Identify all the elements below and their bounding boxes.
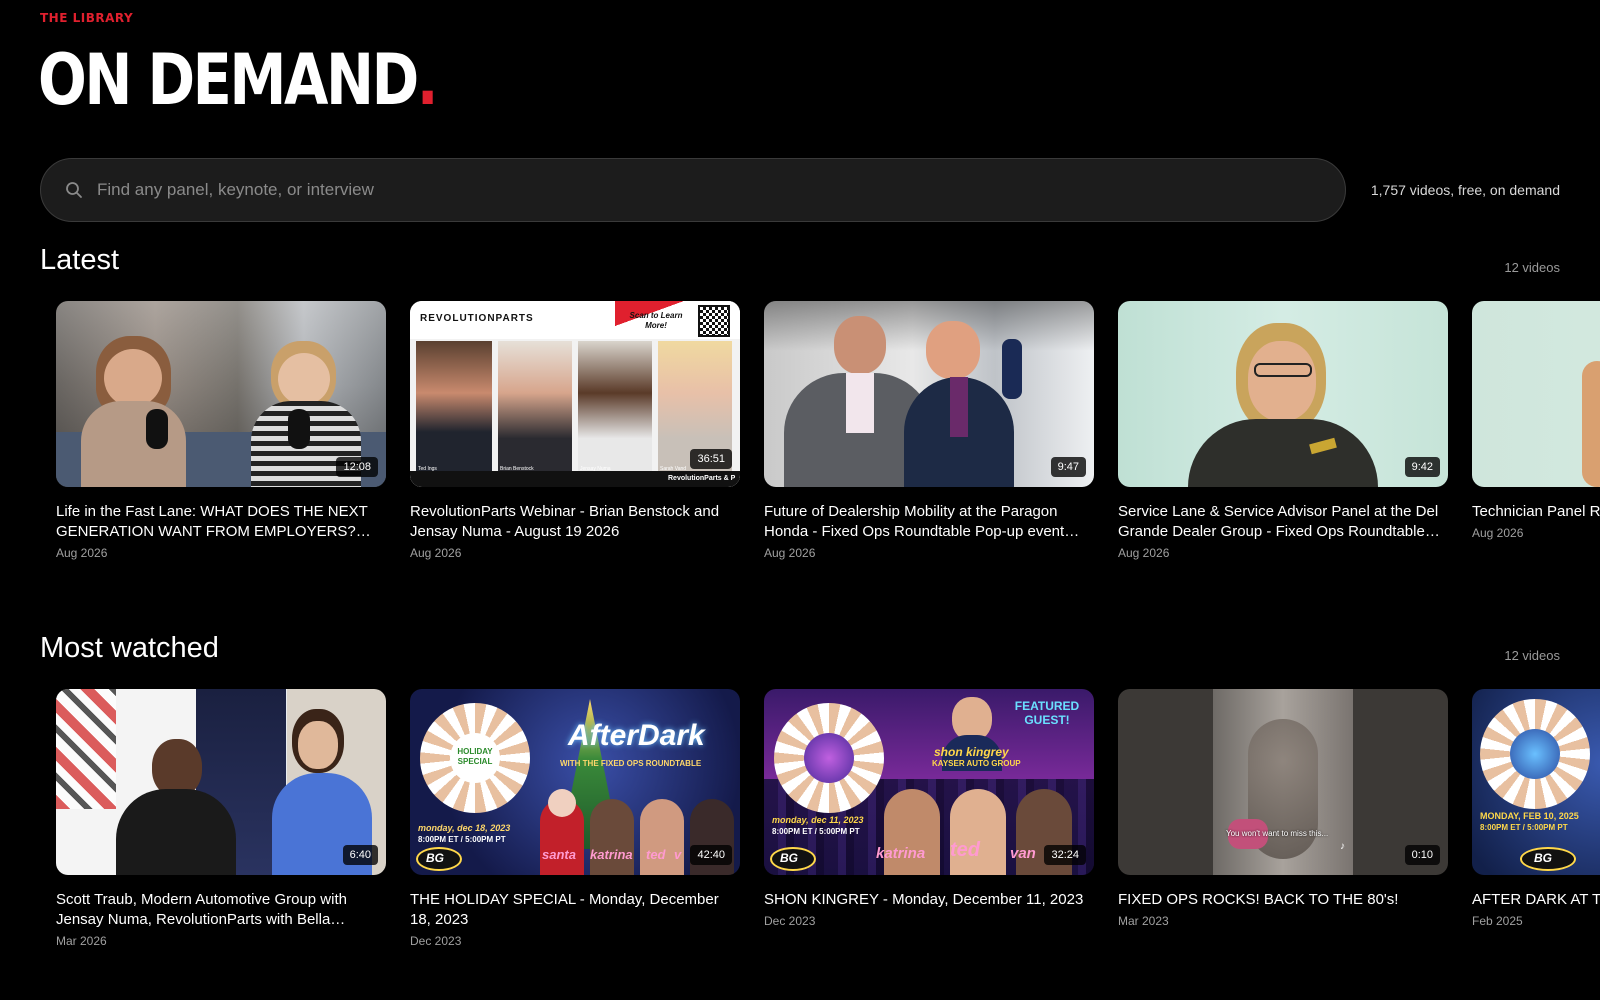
duration-badge: 6:40 bbox=[342, 845, 378, 865]
video-date: Mar 2023 bbox=[1118, 914, 1169, 928]
title-accent-dot: . bbox=[416, 39, 439, 121]
duration-badge: 12:08 bbox=[336, 457, 378, 477]
thumb-caption-text: You won't want to miss this... bbox=[1226, 829, 1329, 838]
page-title: ON DEMAND. bbox=[38, 36, 439, 124]
video-title[interactable]: Scott Traub, Modern Automotive Group wit… bbox=[56, 890, 386, 930]
search-icon bbox=[65, 181, 83, 199]
search-bar[interactable] bbox=[40, 158, 1346, 222]
video-row-latest: 12:08 Life in the Fast Lane: WHAT DOES T… bbox=[56, 301, 1600, 560]
video-thumbnail[interactable]: MONDAY, FEB 10, 2025 8:00PM ET / 5:00PM … bbox=[1472, 689, 1600, 875]
video-card[interactable]: REVOLUTIONPARTS Scan to Learn More! Ted … bbox=[410, 301, 740, 560]
video-thumbnail[interactable]: You won't want to miss this... ♪ 0:10 bbox=[1118, 689, 1448, 875]
bg-logo-icon: BG bbox=[1534, 851, 1552, 865]
video-thumbnail[interactable]: HOLIDAY SPECIAL AfterDark WITH THE FIXED… bbox=[410, 689, 740, 875]
qr-code-icon bbox=[698, 305, 730, 337]
video-title[interactable]: AFTER DARK AT TH ROUNDTABLE: Mo bbox=[1472, 890, 1600, 910]
thumb-badge-text: HOLIDAY SPECIAL bbox=[457, 747, 493, 766]
section-title-most-watched: Most watched bbox=[40, 632, 219, 664]
video-title[interactable]: Service Lane & Service Advisor Panel at … bbox=[1118, 502, 1448, 542]
video-count: 1,757 videos, free, on demand bbox=[1370, 182, 1560, 198]
on-demand-page: THE LIBRARY ON DEMAND. 1,757 videos, fre… bbox=[0, 0, 1600, 1000]
duration-badge: 42:40 bbox=[690, 845, 732, 865]
video-date: Feb 2025 bbox=[1472, 914, 1523, 928]
video-date: Aug 2026 bbox=[1472, 526, 1524, 540]
duration-badge: 32:24 bbox=[1044, 845, 1086, 865]
thumb-name-label: Ted Ings bbox=[418, 466, 437, 472]
thumb-name-label: Brian Benstock bbox=[500, 466, 534, 472]
video-title[interactable]: Technician Panel Re Dealer Group - Fixe bbox=[1472, 502, 1600, 522]
section-title-latest: Latest bbox=[40, 244, 119, 276]
thumb-featured-text: FEATURED GUEST! bbox=[1014, 699, 1080, 727]
thumb-name-label: ted bbox=[646, 847, 666, 862]
thumb-time-text: 8:00PM ET / 5:00PM PT bbox=[418, 835, 506, 844]
video-title[interactable]: Life in the Fast Lane: WHAT DOES THE NEX… bbox=[56, 502, 386, 542]
search-input[interactable] bbox=[97, 159, 1345, 221]
video-title[interactable]: Future of Dealership Mobility at the Par… bbox=[764, 502, 1094, 542]
video-title[interactable]: THE HOLIDAY SPECIAL - Monday, December 1… bbox=[410, 890, 740, 930]
thumb-guest-text: shon kingrey bbox=[934, 745, 1009, 759]
section-count-latest: 12 videos bbox=[1504, 260, 1560, 275]
video-card[interactable]: You won't want to miss this... ♪ 0:10 FI… bbox=[1118, 689, 1448, 948]
video-card[interactable]: Technician Panel Re Dealer Group - Fixe … bbox=[1472, 301, 1600, 560]
thumb-name-label: v bbox=[674, 847, 682, 862]
thumb-date-text: MONDAY, FEB 10, 2025 bbox=[1480, 811, 1579, 821]
thumb-name-label: ted bbox=[950, 839, 980, 861]
page-title-text: ON DEMAND bbox=[38, 39, 419, 121]
thumb-name-label: katrina bbox=[876, 845, 926, 862]
thumb-date-text: monday, dec 11, 2023 bbox=[772, 815, 864, 825]
thumb-time-text: 8:00PM ET / 5:00PM PT bbox=[1480, 823, 1568, 832]
video-thumbnail[interactable]: 9:42 bbox=[1118, 301, 1448, 487]
section-count-most-watched: 12 videos bbox=[1504, 648, 1560, 663]
video-thumbnail[interactable]: 6:40 bbox=[56, 689, 386, 875]
video-date: Mar 2026 bbox=[56, 934, 107, 948]
video-card[interactable]: 6:40 Scott Traub, Modern Automotive Grou… bbox=[56, 689, 386, 948]
video-title[interactable]: SHON KINGREY - Monday, December 11, 2023 bbox=[764, 890, 1094, 910]
thumb-guest-org-text: KAYSER AUTO GROUP bbox=[932, 759, 1021, 768]
video-card[interactable]: FEATURED GUEST! shon kingrey KAYSER AUTO… bbox=[764, 689, 1094, 948]
thumb-name-label: Jensay Numa bbox=[580, 466, 611, 472]
video-card[interactable]: 9:42 Service Lane & Service Advisor Pane… bbox=[1118, 301, 1448, 560]
video-thumbnail[interactable]: REVOLUTIONPARTS Scan to Learn More! Ted … bbox=[410, 301, 740, 487]
thumb-name-label: Sarah Vand bbox=[660, 466, 687, 472]
video-thumbnail[interactable]: 12:08 bbox=[56, 301, 386, 487]
video-card[interactable]: HOLIDAY SPECIAL AfterDark WITH THE FIXED… bbox=[410, 689, 740, 948]
video-card[interactable]: 9:47 Future of Dealership Mobility at th… bbox=[764, 301, 1094, 560]
bg-logo-icon: BG bbox=[426, 851, 444, 865]
thumb-sub-text: WITH THE FIXED OPS ROUNDTABLE bbox=[560, 759, 702, 768]
video-title[interactable]: FIXED OPS ROCKS! BACK TO THE 80's! bbox=[1118, 890, 1448, 910]
video-date: Aug 2026 bbox=[56, 546, 108, 560]
thumb-headline-text: AfterDark bbox=[568, 719, 705, 752]
thumb-date-text: monday, dec 18, 2023 bbox=[418, 823, 511, 833]
video-row-most-watched: 6:40 Scott Traub, Modern Automotive Grou… bbox=[56, 689, 1600, 948]
video-date: Aug 2026 bbox=[410, 546, 462, 560]
video-card[interactable]: MONDAY, FEB 10, 2025 8:00PM ET / 5:00PM … bbox=[1472, 689, 1600, 948]
duration-badge: 0:10 bbox=[1404, 845, 1440, 865]
duration-badge: 9:47 bbox=[1050, 457, 1086, 477]
duration-badge: 36:51 bbox=[690, 449, 732, 469]
video-thumbnail[interactable]: 9:47 bbox=[764, 301, 1094, 487]
duration-badge: 9:42 bbox=[1404, 457, 1440, 477]
thumb-time-text: 8:00PM ET / 5:00PM PT bbox=[772, 827, 860, 836]
video-thumbnail[interactable]: FEATURED GUEST! shon kingrey KAYSER AUTO… bbox=[764, 689, 1094, 875]
video-date: Aug 2026 bbox=[764, 546, 816, 560]
thumb-name-label: van bbox=[1010, 845, 1036, 862]
thumb-name-label: santa bbox=[542, 847, 576, 862]
thumb-footer-text: RevolutionParts & P bbox=[668, 475, 736, 482]
bg-logo-icon: BG bbox=[780, 851, 798, 865]
thumb-cta-text: Scan to Learn More! bbox=[629, 311, 683, 330]
video-date: Dec 2023 bbox=[764, 914, 816, 928]
library-kicker: THE LIBRARY bbox=[40, 11, 134, 25]
thumb-name-label: katrina bbox=[590, 847, 633, 862]
tiktok-icon: ♪ bbox=[1340, 841, 1345, 852]
video-title[interactable]: RevolutionParts Webinar - Brian Benstock… bbox=[410, 502, 740, 542]
video-date: Dec 2023 bbox=[410, 934, 462, 948]
video-date: Aug 2026 bbox=[1118, 546, 1170, 560]
video-card[interactable]: 12:08 Life in the Fast Lane: WHAT DOES T… bbox=[56, 301, 386, 560]
video-thumbnail[interactable] bbox=[1472, 301, 1600, 487]
thumb-brand-text: REVOLUTIONPARTS bbox=[420, 313, 534, 324]
